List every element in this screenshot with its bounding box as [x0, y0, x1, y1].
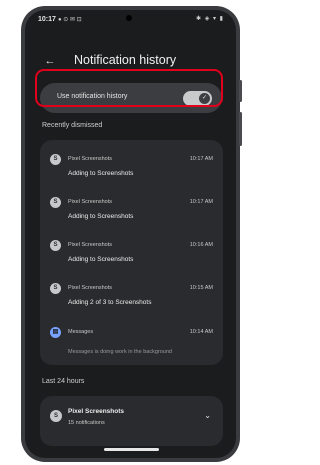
group-notification-count: 15 notifications	[68, 420, 105, 426]
last-24-hours-group[interactable]: S Pixel Screenshots 15 notifications ⌄	[40, 396, 223, 446]
status-time: 10:17	[38, 16, 56, 23]
notification-message: Adding to Screenshots	[68, 256, 134, 263]
notification-message: Adding to Screenshots	[68, 170, 134, 177]
volume-button	[239, 112, 242, 146]
recently-dismissed-list: S Pixel Screenshots 10:17 AM Adding to S…	[40, 140, 223, 365]
notification-app: Pixel Screenshots	[68, 285, 113, 291]
group-app-name: Pixel Screenshots	[68, 408, 124, 415]
notification-time: 10:17 AM	[189, 199, 213, 205]
pixel-screenshots-icon: S	[50, 154, 61, 165]
notification-app: Pixel Screenshots	[68, 199, 113, 205]
notification-time: 10:15 AM	[189, 285, 213, 291]
notification-icons: ● ⊙ ✉ ⊡	[58, 17, 82, 23]
power-button	[239, 80, 242, 102]
messages-icon: ▤	[50, 327, 61, 338]
chevron-down-icon[interactable]: ⌄	[204, 411, 211, 420]
section-heading-last-24-hours: Last 24 hours	[42, 378, 85, 385]
section-heading-recent: Recently dismissed	[42, 122, 103, 129]
notification-time: 10:17 AM	[189, 156, 213, 162]
pixel-screenshots-icon: S	[50, 283, 61, 294]
camera-cutout	[126, 15, 132, 21]
notification-time: 10:16 AM	[189, 242, 213, 248]
highlight-box	[35, 69, 223, 107]
pixel-screenshots-icon: S	[50, 240, 61, 251]
notification-message: Adding 2 of 3 to Screenshots	[68, 299, 152, 306]
notification-app: Pixel Screenshots	[68, 242, 113, 248]
notification-message: Messages is doing work in the background	[68, 349, 172, 355]
notification-app: Pixel Screenshots	[68, 156, 113, 162]
pixel-screenshots-icon: S	[50, 410, 62, 422]
notification-app: Messages	[68, 329, 94, 335]
page-title: Notification history	[74, 53, 177, 67]
pixel-screenshots-icon: S	[50, 197, 61, 208]
gesture-home-bar[interactable]	[104, 448, 159, 451]
system-icons: ✱ ◈ ▾ ▮	[196, 16, 224, 22]
notification-time: 10:14 AM	[189, 329, 213, 335]
back-arrow-icon[interactable]: ←	[41, 52, 59, 70]
notification-message: Adding to Screenshots	[68, 213, 134, 220]
